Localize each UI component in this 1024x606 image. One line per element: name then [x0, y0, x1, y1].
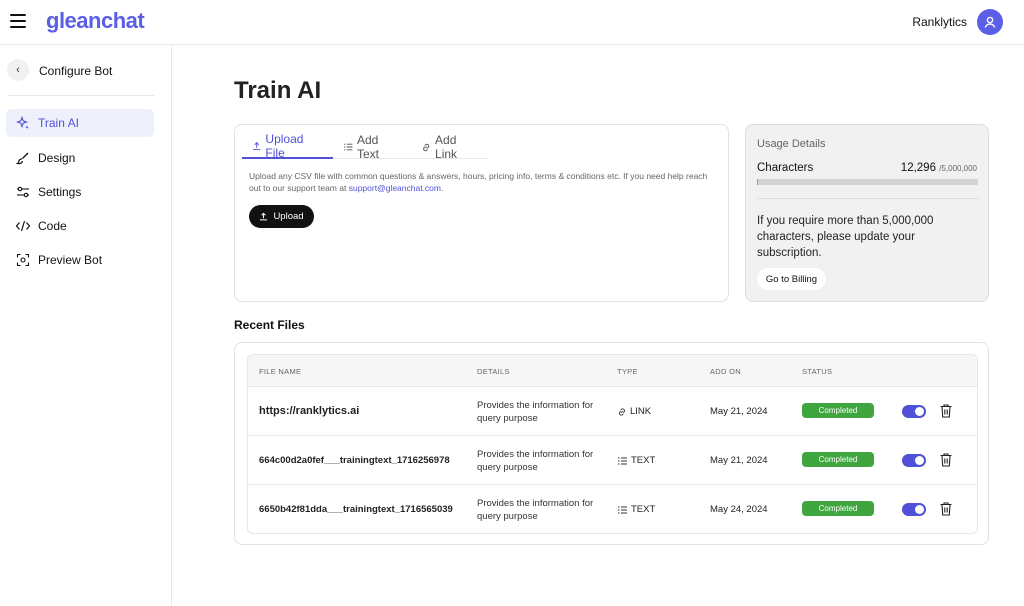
recent-files-card: FILE NAME DETAILS TYPE ADD ON STATUS htt… [234, 342, 989, 545]
characters-max: /5,000,000 [939, 164, 977, 173]
avatar[interactable] [977, 9, 1003, 35]
sidebar-item-preview-bot[interactable]: Preview Bot [6, 246, 154, 274]
recent-files-title: Recent Files [234, 318, 305, 332]
help-text: Upload any CSV file with common question… [249, 171, 708, 193]
usage-progress-bar [757, 179, 978, 185]
status-badge: Completed [802, 501, 874, 516]
code-icon [15, 218, 31, 234]
sidebar-item-label: Design [38, 151, 76, 165]
tab-add-text[interactable]: Add Text [333, 133, 411, 161]
file-type-label: TEXT [631, 455, 656, 466]
table-row: https://ranklytics.ai Provides the infor… [248, 387, 977, 436]
status-badge: Completed [802, 403, 874, 418]
upload-button[interactable]: Upload [249, 205, 314, 228]
toggle-knob [915, 505, 924, 514]
page-title: Train AI [234, 77, 322, 104]
characters-label: Characters [757, 162, 814, 174]
file-details: Provides the information for query purpo… [477, 449, 594, 473]
usage-card: Usage Details Characters 12,296 /5,000,0… [745, 124, 989, 302]
table-header: FILE NAME DETAILS TYPE ADD ON STATUS [248, 355, 977, 387]
tab-label: Add Text [356, 133, 379, 161]
sidebar-divider [8, 95, 154, 96]
usage-note: If you require more than 5,000,000 chara… [757, 215, 934, 259]
trash-icon[interactable] [939, 501, 953, 517]
sidebar-item-label: Preview Bot [38, 253, 103, 267]
usage-progress-fill [757, 179, 759, 185]
brush-icon [15, 150, 31, 166]
file-name: 664c00d2a0fef___trainingtext_1716256978 [259, 455, 450, 466]
menu-icon[interactable] [10, 14, 26, 28]
sidebar-item-label: Code [38, 219, 67, 233]
characters-used: 12,296 [900, 162, 936, 174]
tab-add-link[interactable]: Add Link [411, 133, 489, 161]
link-icon [422, 143, 429, 151]
trash-icon[interactable] [939, 403, 953, 419]
enable-toggle[interactable] [902, 405, 926, 418]
sidebar-item-code[interactable]: Code [6, 212, 154, 240]
text-icon [618, 457, 627, 464]
column-header: DETAILS [477, 367, 510, 376]
help-text-suffix: . [440, 183, 444, 193]
file-added-date: May 24, 2024 [710, 504, 768, 515]
upload-icon [252, 142, 261, 151]
usage-divider [757, 198, 978, 199]
table-row: 664c00d2a0fef___trainingtext_1716256978 … [248, 436, 977, 485]
sliders-icon [15, 184, 31, 200]
account-name: Ranklytics [912, 15, 967, 29]
sidebar-item-settings[interactable]: Settings [6, 178, 154, 206]
upload-card: Upload File Add Text Add Link Upload any… [234, 124, 729, 302]
status-badge: Completed [802, 452, 874, 467]
file-type-label: LINK [630, 406, 652, 417]
tab-upload-file[interactable]: Upload File [242, 132, 333, 160]
sidebar-item-train-ai[interactable]: Train AI [6, 109, 154, 137]
user-icon [984, 16, 996, 28]
upload-help-text: Upload any CSV file with common question… [249, 170, 719, 194]
text-icon [618, 506, 627, 513]
top-bar: gleanchat Ranklytics [0, 0, 1024, 45]
sidebar-title: Configure Bot [39, 64, 113, 78]
text-icon [343, 143, 352, 151]
enable-toggle[interactable] [902, 454, 926, 467]
trash-icon[interactable] [939, 452, 953, 468]
file-details: Provides the information for query purpo… [477, 400, 594, 424]
characters-value: 12,296 /5,000,000 [901, 162, 977, 174]
file-type: TEXT [617, 504, 655, 515]
sparkle-icon [15, 115, 31, 131]
column-header: TYPE [617, 367, 638, 376]
file-type-label: TEXT [631, 504, 656, 515]
file-added-date: May 21, 2024 [710, 455, 768, 466]
link-icon [619, 407, 625, 416]
usage-title: Usage Details [757, 138, 826, 150]
preview-icon [15, 252, 31, 268]
upload-icon [260, 212, 268, 221]
sidebar: ‹ Configure Bot Train AI Design Settings… [0, 45, 172, 606]
file-name: 6650b42f81dda___trainingtext_1716565039 [259, 504, 453, 515]
recent-files-table: FILE NAME DETAILS TYPE ADD ON STATUS htt… [247, 354, 978, 534]
file-type: TEXT [617, 455, 655, 466]
chevron-left-icon: ‹ [16, 64, 20, 76]
toggle-knob [915, 456, 924, 465]
enable-toggle[interactable] [902, 503, 926, 516]
column-header: ADD ON [710, 367, 741, 376]
go-to-billing-button[interactable]: Go to Billing [757, 268, 826, 290]
app-logo: gleanchat [46, 8, 145, 33]
sidebar-item-label: Train AI [38, 116, 79, 130]
tab-label: Add Link [435, 133, 458, 161]
table-row: 6650b42f81dda___trainingtext_1716565039 … [248, 485, 977, 533]
file-added-date: May 21, 2024 [710, 406, 768, 417]
file-name: https://ranklytics.ai [259, 405, 360, 417]
source-tabs: Upload File Add Text Add Link [242, 132, 489, 161]
toggle-knob [915, 407, 924, 416]
sidebar-item-design[interactable]: Design [6, 144, 154, 172]
file-details: Provides the information for query purpo… [477, 498, 594, 522]
sidebar-item-label: Settings [38, 185, 82, 199]
column-header: FILE NAME [259, 367, 302, 376]
upload-button-label: Upload [273, 211, 304, 222]
column-header: STATUS [802, 367, 833, 376]
file-type: LINK [617, 406, 651, 417]
support-email-link[interactable]: support@gleanchat.com [349, 183, 441, 193]
back-button[interactable]: ‹ [7, 59, 29, 81]
tab-label: Upload File [265, 132, 304, 160]
